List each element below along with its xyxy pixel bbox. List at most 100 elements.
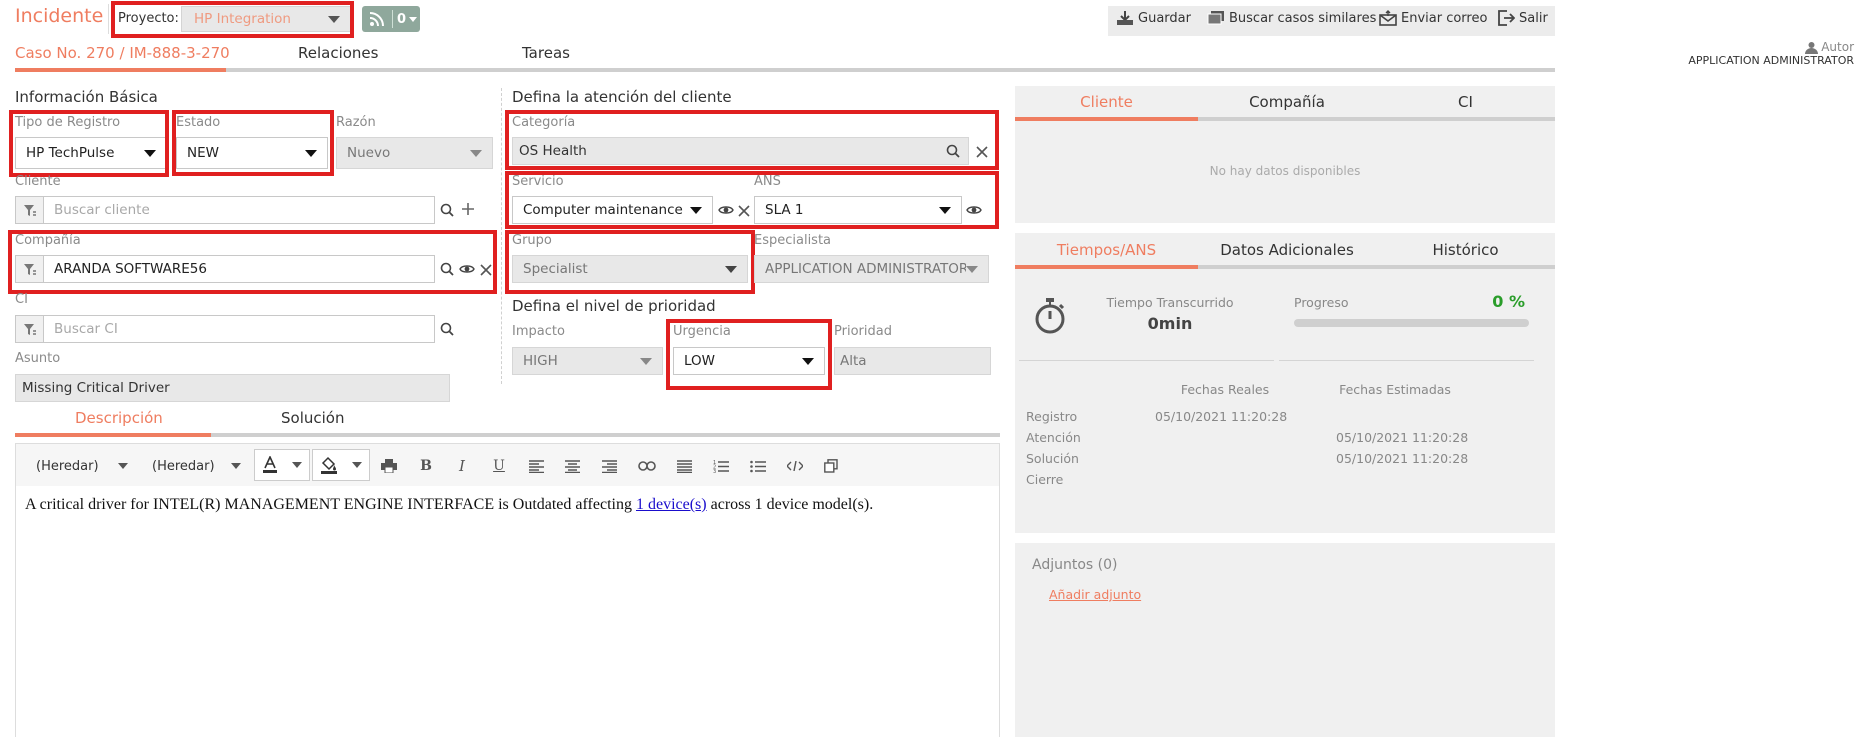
font-size-select[interactable]: (Heredar) xyxy=(140,455,245,477)
fill-color-icon xyxy=(321,456,337,474)
clear-icon[interactable] xyxy=(973,143,991,161)
tab-history[interactable]: Histórico xyxy=(1376,241,1555,259)
rss-button[interactable]: 0 xyxy=(362,6,420,32)
service-select[interactable]: Computer maintenance xyxy=(512,196,713,224)
sla-select[interactable]: SLA 1 xyxy=(754,196,962,224)
clear-icon[interactable] xyxy=(477,261,495,279)
description-text[interactable]: A critical driver for INTEL(R) MANAGEMEN… xyxy=(25,496,873,514)
filter-icon[interactable] xyxy=(16,316,44,342)
client-search[interactable]: Buscar cliente xyxy=(15,196,435,224)
tab-underline xyxy=(15,68,1555,72)
user-icon xyxy=(1805,41,1819,54)
bg-color-button[interactable] xyxy=(312,449,370,481)
estimated-dates-header: Fechas Estimadas xyxy=(1339,382,1451,397)
filter-icon[interactable] xyxy=(16,256,44,282)
search-icon[interactable] xyxy=(946,144,960,158)
group-select[interactable]: Specialist xyxy=(512,255,748,283)
italic-icon[interactable]: I xyxy=(451,455,473,477)
search-icon[interactable] xyxy=(438,201,456,219)
editor-buttons: B I U 123 xyxy=(378,455,848,477)
chevron-down-icon xyxy=(118,463,128,469)
ci-label: CI xyxy=(15,292,28,307)
reason-select[interactable]: Nuevo xyxy=(336,137,493,169)
project-label: Proyecto: xyxy=(118,11,179,26)
times-divider-right xyxy=(1279,360,1534,361)
chevron-down-icon xyxy=(470,149,482,157)
progress-bar xyxy=(1294,319,1529,327)
tab-case[interactable]: Caso No. 270 / IM-888-3-270 xyxy=(15,44,230,62)
print-icon[interactable] xyxy=(378,455,400,477)
subject-label: Asunto xyxy=(15,351,61,366)
align-center-icon[interactable] xyxy=(561,455,583,477)
tab-company[interactable]: Compañía xyxy=(1198,93,1376,111)
project-select[interactable]: HP Integration xyxy=(181,6,351,32)
devices-link[interactable]: 1 device(s) xyxy=(636,496,707,513)
eye-icon[interactable] xyxy=(458,260,476,278)
filter-icon[interactable] xyxy=(16,197,44,223)
urgency-label: Urgencia xyxy=(673,324,731,339)
project-value: HP Integration xyxy=(194,11,291,27)
font-family-select[interactable]: (Heredar) xyxy=(24,455,134,477)
add-icon[interactable] xyxy=(459,200,477,218)
rich-text-editor xyxy=(15,443,1000,737)
justify-icon[interactable] xyxy=(673,455,695,477)
align-right-icon[interactable] xyxy=(598,455,620,477)
tab-ci[interactable]: CI xyxy=(1376,93,1555,111)
tab-additional-data[interactable]: Datos Adicionales xyxy=(1198,241,1376,259)
underline-icon[interactable]: U xyxy=(488,455,510,477)
save-icon xyxy=(1117,11,1133,25)
search-icon[interactable] xyxy=(438,320,456,338)
link-icon[interactable] xyxy=(636,455,658,477)
tab-tasks[interactable]: Tareas xyxy=(522,44,570,62)
specialist-label: Especialista xyxy=(754,233,832,248)
elapsed-value: 0min xyxy=(1147,314,1193,333)
chevron-down-icon xyxy=(144,149,156,157)
client-label: Cliente xyxy=(15,174,61,189)
chevron-down-icon xyxy=(409,16,418,22)
section-divider xyxy=(501,88,502,384)
exit-button[interactable]: Salir xyxy=(1497,10,1548,26)
code-icon[interactable] xyxy=(784,455,806,477)
tab-description[interactable]: Descripción xyxy=(75,409,163,427)
priority-field: Alta xyxy=(834,347,991,375)
tab-relations[interactable]: Relaciones xyxy=(298,44,378,62)
subject-field[interactable]: Missing Critical Driver xyxy=(15,374,450,402)
search-icon[interactable] xyxy=(438,260,456,278)
fullscreen-icon[interactable] xyxy=(820,455,842,477)
send-email-button[interactable]: Enviar correo xyxy=(1379,10,1487,26)
category-field[interactable]: OS Health xyxy=(512,137,969,165)
chevron-down-icon xyxy=(352,462,362,468)
urgency-select[interactable]: LOW xyxy=(673,347,825,375)
exit-icon xyxy=(1498,10,1515,26)
impact-select[interactable]: HIGH xyxy=(512,347,663,375)
company-search[interactable]: ARANDA SOFTWARE56 xyxy=(15,255,435,283)
eye-icon[interactable] xyxy=(717,201,735,219)
save-button[interactable]: Guardar xyxy=(1116,10,1191,26)
align-left-icon[interactable] xyxy=(525,455,547,477)
chevron-down-icon xyxy=(802,357,814,365)
state-select[interactable]: NEW xyxy=(176,137,328,169)
tab-client[interactable]: Cliente xyxy=(1015,93,1198,111)
dates-row-solucion: Solución 05/10/2021 11:20:28 xyxy=(1026,451,1469,466)
record-type-select[interactable]: HP TechPulse xyxy=(15,137,167,169)
bold-icon[interactable]: B xyxy=(415,455,437,477)
unordered-list-icon[interactable] xyxy=(747,455,769,477)
tab-underline-active xyxy=(15,68,226,72)
no-data-message: No hay datos disponibles xyxy=(1209,164,1361,178)
specialist-select[interactable]: APPLICATION ADMINISTRATOR xyxy=(754,255,989,283)
reason-label: Razón xyxy=(336,115,376,130)
attention-heading: Defina la atención del cliente xyxy=(512,88,732,106)
ordered-list-icon[interactable]: 123 xyxy=(710,455,732,477)
state-label: Estado xyxy=(176,115,221,130)
clear-icon[interactable] xyxy=(735,202,753,220)
priority-heading: Defina el nivel de prioridad xyxy=(512,297,716,315)
add-attachment-link[interactable]: Añadir adjunto xyxy=(1049,587,1141,602)
tab-solution[interactable]: Solución xyxy=(281,409,344,427)
dates-row-registro: Registro 05/10/2021 11:20:28 xyxy=(1026,409,1288,424)
tab-times[interactable]: Tiempos/ANS xyxy=(1015,241,1198,259)
eye-icon[interactable] xyxy=(965,201,983,219)
text-color-button[interactable] xyxy=(254,449,310,481)
dates-row-atencion: Atención 05/10/2021 11:20:28 xyxy=(1026,430,1469,445)
search-similar-button[interactable]: Buscar casos similares xyxy=(1207,10,1376,26)
ci-search[interactable]: Buscar CI xyxy=(15,315,435,343)
